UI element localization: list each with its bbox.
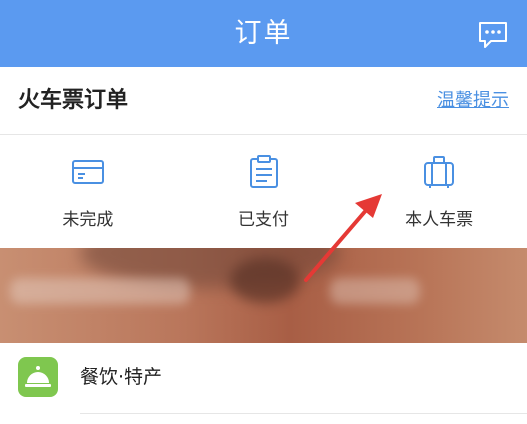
section-title: 火车票订单 [18, 88, 129, 113]
clipboard-list-icon [247, 155, 281, 189]
banner-blur-shape [230, 258, 300, 303]
banner-blur-shape [10, 278, 190, 304]
promo-banner[interactable] [0, 248, 527, 343]
row-divider [80, 413, 527, 414]
tile-label: 已支付 [238, 210, 289, 230]
service-row-dining[interactable]: 餐饮·特产 [0, 343, 527, 424]
luggage-icon [422, 155, 456, 189]
tile-paid[interactable]: 已支付 [176, 135, 352, 248]
tips-link[interactable]: 温馨提示 [437, 67, 509, 134]
tile-label: 本人车票 [405, 210, 474, 230]
top-navigation-bar: 订单 [0, 0, 527, 67]
tile-my-tickets[interactable]: 本人车票 [351, 135, 527, 248]
service-label: 餐饮·特产 [80, 366, 163, 388]
page-title: 订单 [234, 18, 293, 49]
chat-bubble-icon[interactable] [477, 20, 509, 50]
train-orders-header: 火车票订单 温馨提示 [0, 67, 527, 135]
order-category-tiles: 未完成 已支付 本人车票 [0, 135, 527, 248]
banner-blur-shape [330, 278, 420, 304]
tile-label: 未完成 [62, 210, 114, 230]
ticket-card-icon [71, 155, 105, 189]
service-bell-icon [18, 357, 58, 397]
tile-unfinished[interactable]: 未完成 [0, 135, 176, 248]
